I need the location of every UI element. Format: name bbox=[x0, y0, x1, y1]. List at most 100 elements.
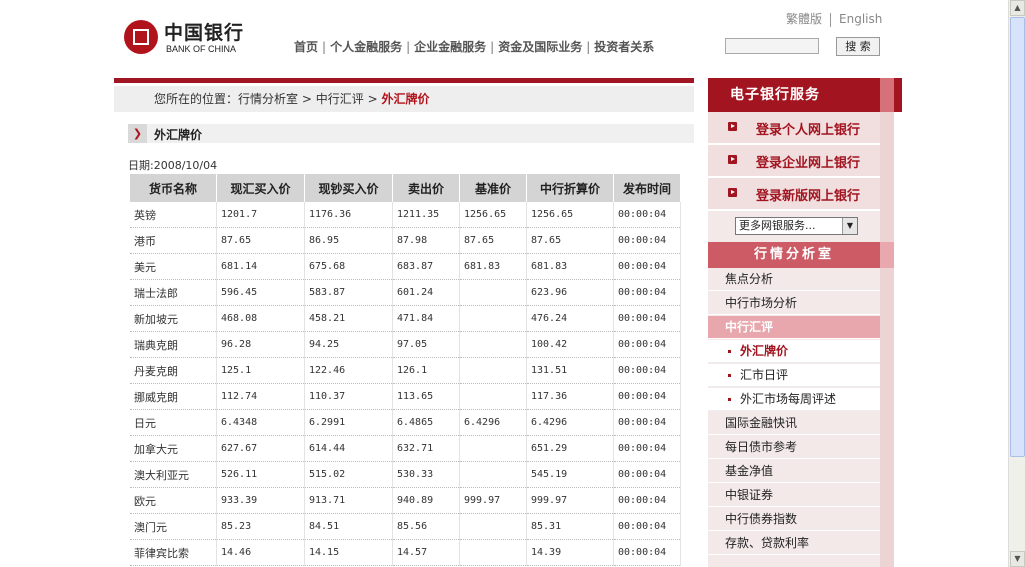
rate-cell: 1256.65 bbox=[459, 202, 527, 228]
rate-cell: 14.39 bbox=[526, 539, 614, 566]
login-personal-link[interactable]: 登录个人网上银行 bbox=[708, 112, 880, 145]
currency-name-cell: 澳门元 bbox=[130, 513, 217, 540]
lang-traditional-link[interactable]: 繁體版 bbox=[780, 12, 828, 26]
more-services-value: 更多网银服务... bbox=[739, 219, 816, 232]
rate-cell bbox=[459, 383, 527, 410]
search-input[interactable] bbox=[725, 38, 819, 54]
sidebar-item-focus[interactable]: 焦点分析 bbox=[708, 268, 880, 291]
rate-cell bbox=[459, 539, 527, 566]
sidebar-item-commentary[interactable]: 中行汇评 bbox=[708, 316, 880, 339]
col-cash-buy: 现钞买入价 bbox=[304, 174, 393, 202]
rate-cell: 00:00:04 bbox=[613, 435, 681, 462]
rate-cell: 1176.36 bbox=[304, 202, 393, 228]
rate-cell bbox=[459, 461, 527, 488]
sidebar-item-interest-rates[interactable]: 存款、贷款利率 bbox=[708, 532, 880, 555]
table-row: 挪威克朗 112.74 110.37 113.65 117.36 00:00:04 bbox=[130, 383, 681, 410]
sidebar-subitem-weekly[interactable]: 外汇市场每周评述 bbox=[708, 388, 880, 411]
table-row: 日元 6.4348 6.2991 6.4865 6.4296 6.4296 00:00:04 bbox=[130, 409, 681, 436]
currency-name-cell: 新加坡元 bbox=[130, 305, 217, 332]
table-body: 英镑 1201.7 1176.36 1211.35 1256.65 1256.65 00:0… bbox=[130, 202, 681, 566]
login-new-label: 登录新版网上银行 bbox=[756, 189, 861, 204]
table-row: 菲律宾比索 14.46 14.15 14.57 14.39 00:00:04 bbox=[130, 539, 681, 566]
sidebar-item-market[interactable]: 中行市场分析 bbox=[708, 292, 880, 315]
rate-cell: 476.24 bbox=[526, 305, 614, 332]
more-services-select[interactable]: 更多网银服务... ▼ bbox=[735, 217, 858, 235]
rate-cell: 85.56 bbox=[392, 513, 460, 540]
rate-cell: 14.57 bbox=[392, 539, 460, 566]
col-sell: 卖出价 bbox=[392, 174, 460, 202]
ebank-header: 电子银行服务 bbox=[708, 78, 902, 112]
rate-cell bbox=[459, 331, 527, 358]
breadcrumb-item-analysis[interactable]: 行情分析室 bbox=[238, 92, 298, 106]
rate-cell: 596.45 bbox=[216, 279, 305, 306]
rate-cell: 00:00:04 bbox=[613, 487, 681, 514]
scroll-down-icon[interactable]: ▼ bbox=[1010, 551, 1025, 567]
rate-cell: 623.96 bbox=[526, 279, 614, 306]
rate-cell: 14.15 bbox=[304, 539, 393, 566]
rate-cell: 125.1 bbox=[216, 357, 305, 384]
nav-investor[interactable]: 投资者关系 bbox=[594, 40, 654, 54]
scroll-up-icon[interactable]: ▲ bbox=[1010, 0, 1025, 16]
exchange-rate-table: 货币名称 现汇买入价 现钞买入价 卖出价 基准价 中行折算价 发布时间 英镑 12… bbox=[130, 174, 681, 566]
sidebar-item-news[interactable]: 国际金融快讯 bbox=[708, 412, 880, 435]
currency-name-cell: 澳大利亚元 bbox=[130, 461, 217, 488]
rate-cell bbox=[459, 513, 527, 540]
table-row: 港币 87.65 86.95 87.98 87.65 87.65 00:00:04 bbox=[130, 227, 681, 254]
login-personal-label: 登录个人网上银行 bbox=[756, 123, 861, 138]
rate-cell: 85.31 bbox=[526, 513, 614, 540]
rate-cell: 87.98 bbox=[392, 227, 460, 254]
nav-treasury[interactable]: 资金及国际业务 bbox=[498, 40, 582, 54]
login-new-link[interactable]: 登录新版网上银行 bbox=[708, 178, 880, 211]
rate-cell: 14.46 bbox=[216, 539, 305, 566]
sidebar-item-securities[interactable]: 中银证券 bbox=[708, 484, 880, 507]
search-button[interactable]: 搜 索 bbox=[836, 37, 880, 56]
logo-text-en: BANK OF CHINA bbox=[166, 44, 237, 54]
breadcrumb-prefix: 您所在的位置： bbox=[154, 92, 239, 106]
login-corporate-link[interactable]: 登录企业网上银行 bbox=[708, 145, 880, 178]
nav-corporate[interactable]: 企业金融服务 bbox=[414, 40, 486, 54]
rate-cell: 530.33 bbox=[392, 461, 460, 488]
nav-personal[interactable]: 个人金融服务 bbox=[330, 40, 402, 54]
rate-cell: 681.83 bbox=[459, 253, 527, 280]
rate-cell: 545.19 bbox=[526, 461, 614, 488]
sidebar-subitem-fx-rates[interactable]: 外汇牌价 bbox=[708, 340, 880, 363]
rate-cell: 86.95 bbox=[304, 227, 393, 254]
rate-cell: 100.42 bbox=[526, 331, 614, 358]
rate-cell: 94.25 bbox=[304, 331, 393, 358]
breadcrumb-item-commentary[interactable]: 中行汇评 bbox=[316, 92, 364, 106]
rate-cell: 97.05 bbox=[392, 331, 460, 358]
table-row: 澳门元 85.23 84.51 85.56 85.31 00:00:04 bbox=[130, 513, 681, 540]
chevron-down-icon[interactable]: ▼ bbox=[842, 218, 857, 234]
rate-cell: 6.4865 bbox=[392, 409, 460, 436]
rate-cell: 471.84 bbox=[392, 305, 460, 332]
sidebar-subitem-daily[interactable]: 汇市日评 bbox=[708, 364, 880, 387]
bank-logo[interactable]: 中国银行 BANK OF CHINA bbox=[124, 20, 254, 60]
sidebar-item-bond-ref[interactable]: 每日债市参考 bbox=[708, 436, 880, 459]
currency-name-cell: 瑞士法郎 bbox=[130, 279, 217, 306]
col-publish-time: 发布时间 bbox=[613, 174, 681, 202]
nav-home[interactable]: 首页 bbox=[294, 40, 318, 54]
currency-name-cell: 瑞典克朗 bbox=[130, 331, 217, 358]
table-row: 加拿大元 627.67 614.44 632.71 651.29 00:00:04 bbox=[130, 435, 681, 462]
rate-cell: 583.87 bbox=[304, 279, 393, 306]
rate-cell: 458.21 bbox=[304, 305, 393, 332]
sidebar-item-bond-index[interactable]: 中行债券指数 bbox=[708, 508, 880, 531]
currency-name-cell: 加拿大元 bbox=[130, 435, 217, 462]
rate-date: 日期:2008/10/04 bbox=[128, 159, 218, 172]
lang-english-link[interactable]: English bbox=[833, 12, 888, 26]
rate-cell: 6.4296 bbox=[526, 409, 614, 436]
sidebar-item-fund-nav[interactable]: 基金净值 bbox=[708, 460, 880, 483]
rate-cell: 681.14 bbox=[216, 253, 305, 280]
rate-cell: 651.29 bbox=[526, 435, 614, 462]
rate-cell: 00:00:04 bbox=[613, 383, 681, 410]
rate-cell: 00:00:04 bbox=[613, 253, 681, 280]
rate-cell: 00:00:04 bbox=[613, 539, 681, 566]
vertical-scrollbar[interactable]: ▲ ▼ bbox=[1008, 0, 1025, 567]
rate-cell: 940.89 bbox=[392, 487, 460, 514]
scrollbar-thumb[interactable] bbox=[1010, 17, 1025, 457]
rate-cell: 00:00:04 bbox=[613, 227, 681, 254]
rate-cell: 00:00:04 bbox=[613, 357, 681, 384]
rate-cell: 933.39 bbox=[216, 487, 305, 514]
bullet-icon bbox=[728, 350, 731, 353]
col-base: 基准价 bbox=[459, 174, 527, 202]
